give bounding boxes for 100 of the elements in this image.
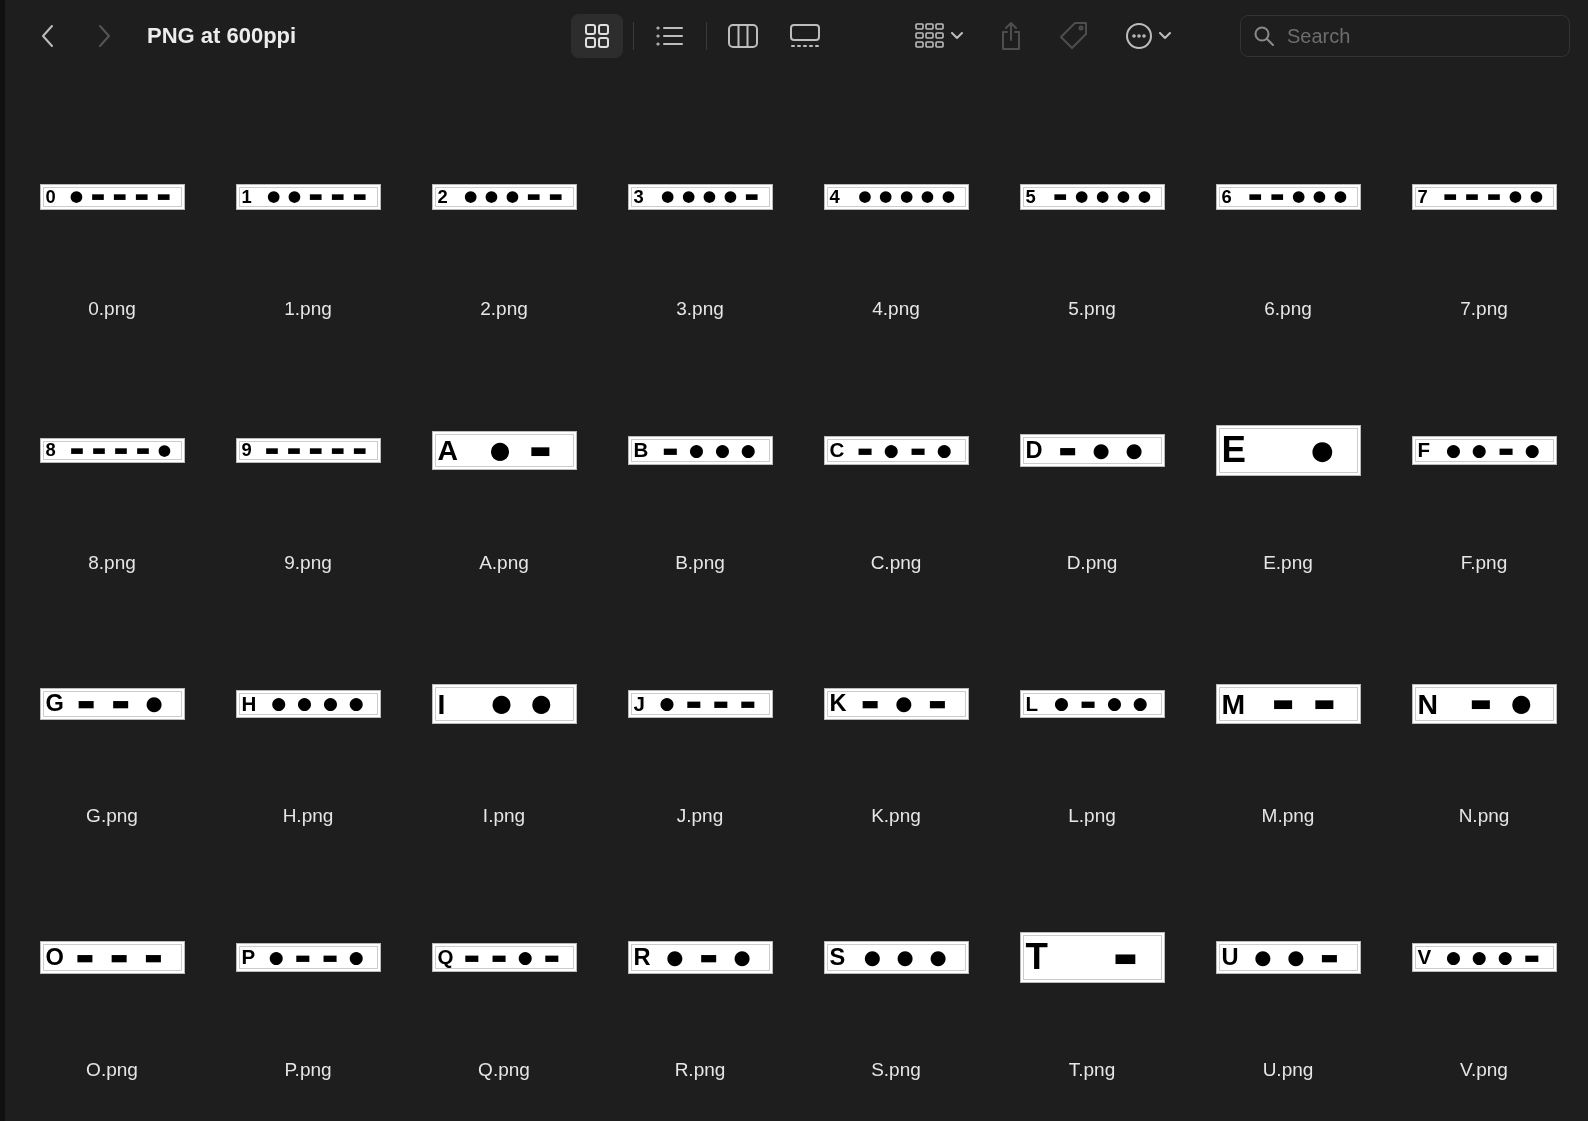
file-name[interactable]: I.png [482,805,526,827]
file-name[interactable]: V.png [1460,1058,1508,1081]
file-name[interactable]: T.png [1068,1058,1116,1081]
thumbnail-letter: 6 [1221,187,1232,207]
file-name[interactable]: P.png [284,1058,332,1081]
file-thumbnail[interactable]: 8 ▬▬▬▬● [39,437,185,464]
file-name[interactable]: N.png [1458,805,1510,827]
morse-code: ▬ [1113,944,1159,971]
file-thumbnail[interactable]: P ●▬▬● [235,943,381,972]
thumbnail-letter: U [1221,945,1239,970]
file-thumbnail[interactable]: 6 ▬▬●●● [1215,184,1361,210]
file-name[interactable]: R.png [674,1058,726,1081]
file-thumbnail[interactable]: N ▬● [1411,684,1557,724]
icon-view-button[interactable] [571,14,624,58]
file-thumbnail[interactable]: S ●●● [823,941,969,974]
file-thumbnail[interactable]: 9 ▬▬▬▬▬ [235,437,381,464]
file-thumbnail[interactable]: Q ▬▬●▬ [431,943,577,972]
window-title: PNG at 600ppi [147,23,297,49]
thumbnail-letter: 1 [241,187,252,207]
file-name[interactable]: 5.png [1068,298,1116,320]
file-name[interactable]: D.png [1066,551,1118,574]
file-name[interactable]: 4.png [872,298,920,320]
file-name[interactable]: 1.png [284,298,332,320]
file-name[interactable]: 7.png [1460,298,1508,320]
thumbnail-letter: D [1025,438,1043,463]
file-thumbnail[interactable]: M ▬▬ [1215,684,1361,724]
file-thumbnail[interactable]: 3 ●●●●▬ [627,184,773,210]
thumbnail-letter: S [829,945,846,970]
morse-code: ●●●● [271,695,375,713]
file-name[interactable]: A.png [479,551,529,574]
thumbnail-letter: C [829,440,845,461]
file-thumbnail[interactable]: D ▬●● [1019,434,1165,467]
file-name[interactable]: E.png [1263,551,1313,574]
file-thumbnail[interactable]: B ▬●●● [627,436,773,465]
file-name[interactable]: 0.png [88,298,136,320]
morse-code: ●▬▬▬▬ [69,189,179,205]
file-name[interactable]: B.png [675,551,725,574]
file-thumbnail[interactable]: J ●▬▬▬ [627,689,773,719]
file-name[interactable]: C.png [870,551,922,574]
morse-code: ●●▬ [1254,947,1355,968]
thumbnail-letter: T [1025,939,1048,976]
thumbnail-letter: 9 [241,441,252,460]
file-thumbnail[interactable]: 2 ●●●▬▬ [431,184,577,210]
file-thumbnail[interactable]: R ●▬● [627,941,773,974]
file-name[interactable]: F.png [1460,551,1508,574]
file-name[interactable]: 6.png [1264,298,1312,320]
file-name[interactable]: J.png [676,805,724,827]
file-name[interactable]: O.png [86,1058,138,1081]
file-thumbnail[interactable]: 7 ▬▬▬●● [1411,184,1557,210]
file-thumbnail[interactable]: V ●●●▬ [1411,943,1557,972]
file-thumbnail[interactable]: H ●●●● [235,689,381,719]
thumbnail-letter: H [241,693,257,715]
file-thumbnail[interactable]: O ▬▬▬ [39,941,185,974]
file-thumbnail[interactable]: F ●●▬● [1411,436,1557,465]
file-name[interactable]: Q.png [478,1058,530,1081]
file-thumbnail[interactable]: G ▬▬● [39,687,185,721]
file-name[interactable]: 8.png [88,551,136,574]
file-thumbnail[interactable]: 1 ●●▬▬▬ [235,184,381,210]
search-field[interactable]: Search [1240,15,1570,57]
file-thumbnail[interactable]: U ●●▬ [1215,941,1361,974]
thumbnail-letter: 8 [45,441,56,460]
caret-icon [951,32,964,40]
file-thumbnail[interactable]: 5 ▬●●●● [1019,184,1165,210]
thumbnail-letter: J [633,693,645,715]
tag-icon [1059,21,1090,51]
thumbnail-letter: R [633,945,651,970]
file-thumbnail[interactable]: L ●▬●● [1019,689,1165,719]
file-name[interactable]: M.png [1261,805,1315,827]
file-name[interactable]: K.png [871,805,921,827]
morse-code: ●●●▬ [1446,948,1551,967]
gallery-icon [790,24,821,48]
file-thumbnail[interactable]: K ▬●▬ [823,687,969,721]
file-name[interactable]: 3.png [676,298,724,320]
file-name[interactable]: 9.png [284,551,332,574]
thumbnail-letter: M [1221,689,1246,719]
file-name[interactable]: G.png [86,805,138,827]
file-name[interactable]: L.png [1068,805,1116,827]
file-thumbnail[interactable]: 4 ●●●●● [823,184,969,210]
morse-code: ▬●●●● [1053,189,1159,205]
file-name[interactable]: H.png [282,805,334,827]
file-thumbnail[interactable]: C ▬●▬● [823,436,969,465]
file-thumbnail[interactable]: 0 ●▬▬▬▬ [39,184,185,210]
file-name[interactable]: 2.png [480,298,528,320]
morse-code: ▬●● [1058,440,1159,461]
file-name[interactable]: U.png [1262,1058,1314,1081]
thumbnail-letter: E [1221,432,1246,469]
thumbnail-letter: B [633,440,649,461]
morse-code: ●●▬● [1446,441,1551,460]
file-thumbnail[interactable]: I ●● [431,684,577,724]
morse-code: ▬▬ [1271,692,1355,716]
morse-code: ●▬▬▬ [659,695,767,713]
morse-code: ●●▬▬▬ [266,189,375,205]
file-thumbnail[interactable]: T ▬ [1019,932,1165,983]
columns-icon [728,24,759,48]
file-thumbnail[interactable]: A ●▬ [431,430,577,471]
thumbnail-letter: I [437,689,446,719]
file-thumbnail[interactable]: E ● [1215,425,1361,476]
list-icon [656,25,685,47]
thumbnail-letter: 5 [1025,187,1036,207]
file-name[interactable]: S.png [871,1058,921,1081]
